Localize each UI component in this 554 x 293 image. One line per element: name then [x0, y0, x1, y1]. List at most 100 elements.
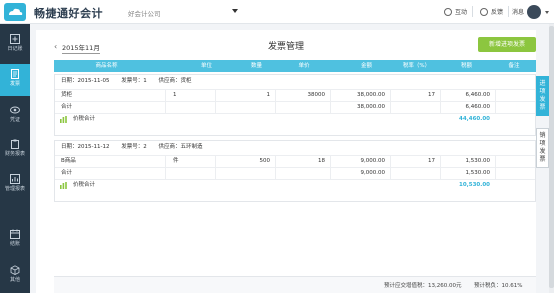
page-title: 发票管理: [267, 42, 304, 52]
table-row: 价税合计 44,460.00: [55, 113, 535, 125]
tab-input-invoice[interactable]: 进项发票: [536, 76, 549, 116]
sidebar-item-voucher[interactable]: 凭证: [0, 100, 30, 132]
tab-output-invoice[interactable]: 销项发票: [536, 128, 549, 168]
messages-link[interactable]: 消息: [512, 7, 524, 16]
total-label: 价税合计: [73, 116, 96, 122]
divider: [495, 156, 496, 167]
table-row: 合计 38,000.00 6,460.00: [55, 101, 535, 113]
sidebar-item-label: 发票: [9, 81, 20, 87]
table-row: 合计 9,000.00 1,530.00: [55, 167, 535, 179]
table-row: B商品 件 500 18 9,000.00 17 1,530.00: [55, 155, 535, 167]
item-qty: 500: [259, 158, 271, 164]
plus-box-icon: [10, 34, 20, 44]
divider: [390, 90, 391, 101]
item-tax: 1,530.00: [465, 158, 491, 164]
add-input-invoice-button[interactable]: 新增进项发票: [478, 37, 536, 52]
interact-link[interactable]: 互动: [444, 7, 467, 16]
subtotal-tax: 6,460.00: [465, 104, 491, 110]
column-header: 单价: [298, 63, 310, 69]
divider: [275, 90, 276, 101]
item-unit: 件: [173, 158, 179, 164]
main-panel: ‹ 2015年11月 发票管理 新增进项发票 商品名称 单位 数量 单价 金额 …: [36, 30, 536, 293]
column-header: 税额: [460, 63, 472, 69]
table-row: 货柜 1 1 38000 38,000.00 17 6,460.00: [55, 89, 535, 101]
chart-icon: [10, 174, 20, 184]
sidebar: 日记账 发票 凭证 财务报表 管理报表 结账 其他: [0, 24, 30, 293]
sidebar-item-closing[interactable]: 结账: [0, 224, 30, 256]
sidebar-item-label: 财务报表: [4, 151, 25, 157]
total-value: 44,460.00: [459, 116, 490, 122]
invoice-info: 日期：2015-11-05 发票号：1 供应商：货柜: [61, 75, 201, 88]
tab-label: 销项发票: [539, 132, 546, 163]
sidebar-item-management-report[interactable]: 管理报表: [0, 169, 30, 201]
scrollbar-thumb[interactable]: [549, 26, 554, 288]
messages-label: 消息: [512, 9, 525, 16]
divider: [390, 168, 391, 179]
sidebar-item-label: 其他: [9, 277, 20, 283]
item-amount: 9,000.00: [360, 158, 386, 164]
sidebar-item-label: 结账: [9, 241, 20, 247]
estimated-tax-burden: 预计税负：10.61%: [474, 283, 523, 289]
total-value: 10,530.00: [459, 182, 490, 188]
summary-footer: 预计应交增值税：13,260.00元 预计税负：10.61%: [54, 276, 536, 293]
subtotal-tax: 1,530.00: [465, 170, 491, 176]
sidebar-item-journal[interactable]: 日记账: [0, 29, 30, 61]
chevron-down-icon[interactable]: [545, 11, 549, 14]
cube-icon: [10, 265, 20, 275]
bar-chart-icon: [60, 116, 67, 123]
item-rate: 17: [428, 158, 435, 164]
item-unit: 1: [173, 92, 177, 98]
sidebar-item-financial-report[interactable]: 财务报表: [0, 134, 30, 166]
avatar[interactable]: [527, 5, 541, 19]
invoice-supplier: 供应商：货柜: [158, 78, 192, 84]
invoice-number: 发票号：1: [121, 78, 147, 84]
column-header: 备注: [508, 63, 520, 69]
eye-icon: [10, 106, 20, 114]
interact-label: 互动: [455, 9, 468, 16]
headset-icon: [444, 7, 452, 16]
item-tax: 6,460.00: [465, 92, 491, 98]
divider: [215, 90, 216, 101]
divider: [275, 102, 276, 113]
invoice-card[interactable]: 日期：2015-11-12 发票号：2 供应商：五环制造 B商品 件 500 1…: [54, 140, 536, 202]
item-price: 18: [318, 158, 325, 164]
chevron-down-icon[interactable]: [232, 9, 238, 13]
tab-label: 进项发票: [539, 80, 546, 111]
top-bar: 畅捷通好会计 好会计公司 互动 反馈 消息: [0, 0, 554, 24]
subtotal-amount: 38,000.00: [357, 104, 385, 110]
invoice-card[interactable]: 日期：2015-11-05 发票号：1 供应商：货柜 货柜 1 1 38000 …: [54, 74, 536, 136]
subtotal-label: 合计: [61, 104, 73, 110]
feedback-link[interactable]: 反馈: [480, 7, 503, 16]
item-name: B商品: [61, 158, 76, 164]
estimated-vat: 预计应交增值税：13,260.00元: [384, 283, 462, 289]
invoice-supplier: 供应商：五环制造: [158, 144, 203, 150]
invoice-date: 日期：2015-11-12: [61, 144, 110, 150]
divider: [330, 168, 331, 179]
table-header: 商品名称 单位 数量 单价 金额 税率（%） 税额 备注: [54, 60, 536, 72]
cloud-logo-icon: [4, 3, 26, 21]
item-qty: 1: [266, 92, 271, 98]
divider: [495, 102, 496, 113]
divider: [330, 102, 331, 113]
column-header: 商品名称: [95, 63, 118, 69]
company-select[interactable]: 好会计公司: [128, 8, 161, 18]
divider: [165, 102, 166, 113]
brand-name: 畅捷通好会计: [34, 7, 103, 20]
item-name: 货柜: [61, 92, 73, 98]
divider: [440, 90, 441, 101]
clipboard-icon: [11, 139, 19, 149]
table-row: 价税合计 10,530.00: [55, 179, 535, 191]
divider: [165, 156, 166, 167]
calendar-icon: [10, 229, 20, 239]
divider: [440, 102, 441, 113]
divider: [508, 6, 509, 17]
column-header: 数量: [250, 63, 262, 69]
bar-chart-icon: [60, 182, 67, 189]
divider: [275, 168, 276, 179]
sidebar-item-invoice[interactable]: 发票: [0, 64, 30, 96]
column-header: 税率（%）: [402, 63, 431, 69]
feedback-label: 反馈: [491, 9, 504, 16]
divider: [215, 102, 216, 113]
divider: [495, 90, 496, 101]
sidebar-item-other[interactable]: 其他: [0, 260, 30, 292]
